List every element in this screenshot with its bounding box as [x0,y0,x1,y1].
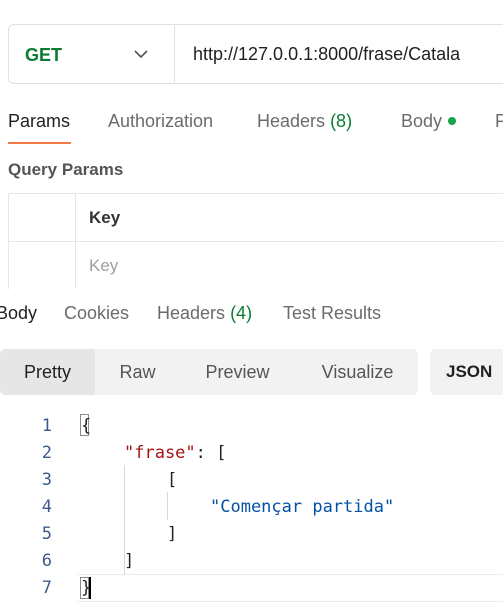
params-table: Key Key [8,193,503,289]
headers-count: (8) [330,111,353,131]
tab-partial[interactable]: P [495,111,503,132]
code-line-2: "frase": [ [124,443,226,463]
language-select[interactable]: JSON [430,349,503,395]
code-line-3: [ [167,470,178,490]
tab-cookies[interactable]: Cookies [64,303,129,324]
format-bar: Pretty Raw Preview Visualize [0,349,418,395]
format-pretty-button[interactable]: Pretty [0,349,95,395]
line-number: 4 [41,497,52,517]
line-number: 1 [41,416,52,436]
text-caret [89,577,91,599]
code-line-1: { [81,416,92,436]
tab-response-headers[interactable]: Headers (4) [157,303,252,324]
query-params-title: Query Params [8,160,124,179]
line-number: 7 [41,578,52,598]
response-headers-count: (4) [230,303,253,323]
line-number: 5 [41,524,52,544]
tab-test-results[interactable]: Test Results [283,303,381,324]
current-line-highlight [78,574,503,602]
active-tab-indicator [8,142,71,144]
method-label: GET [25,45,63,65]
line-number: 2 [41,443,52,463]
line-number: 6 [41,551,52,571]
tab-params[interactable]: Params [8,111,70,132]
code-line-6: ] [124,551,135,571]
line-number: 3 [41,470,52,490]
method-select[interactable]: GET [9,25,175,83]
format-visualize-button[interactable]: Visualize [305,349,410,395]
key-column-header: Key [89,208,121,227]
format-raw-button[interactable]: Raw [100,349,175,395]
json-key: "frase" [124,443,196,463]
tab-headers-label: Headers [257,111,326,131]
chevron-down-icon [134,50,148,59]
url-input[interactable]: http://127.0.0.1:8000/frase/Catala [193,44,460,65]
tab-headers[interactable]: Headers (8) [257,111,352,132]
tab-body-label: Body [401,111,443,131]
tab-body[interactable]: Body [401,111,457,132]
key-input[interactable]: Key [89,256,118,276]
green-dot-icon [448,117,457,126]
indent-guide [167,492,168,520]
request-bar: GET http://127.0.0.1:8000/frase/Catala [8,24,503,84]
tab-response-headers-label: Headers [157,303,226,323]
code-line-5: ] [167,524,178,544]
tab-response-body[interactable]: Body [0,303,37,324]
format-preview-button[interactable]: Preview [190,349,285,395]
json-punct: : [ [195,443,227,463]
tab-authorization[interactable]: Authorization [108,111,213,132]
code-line-4: "Començar partida" [210,497,395,517]
